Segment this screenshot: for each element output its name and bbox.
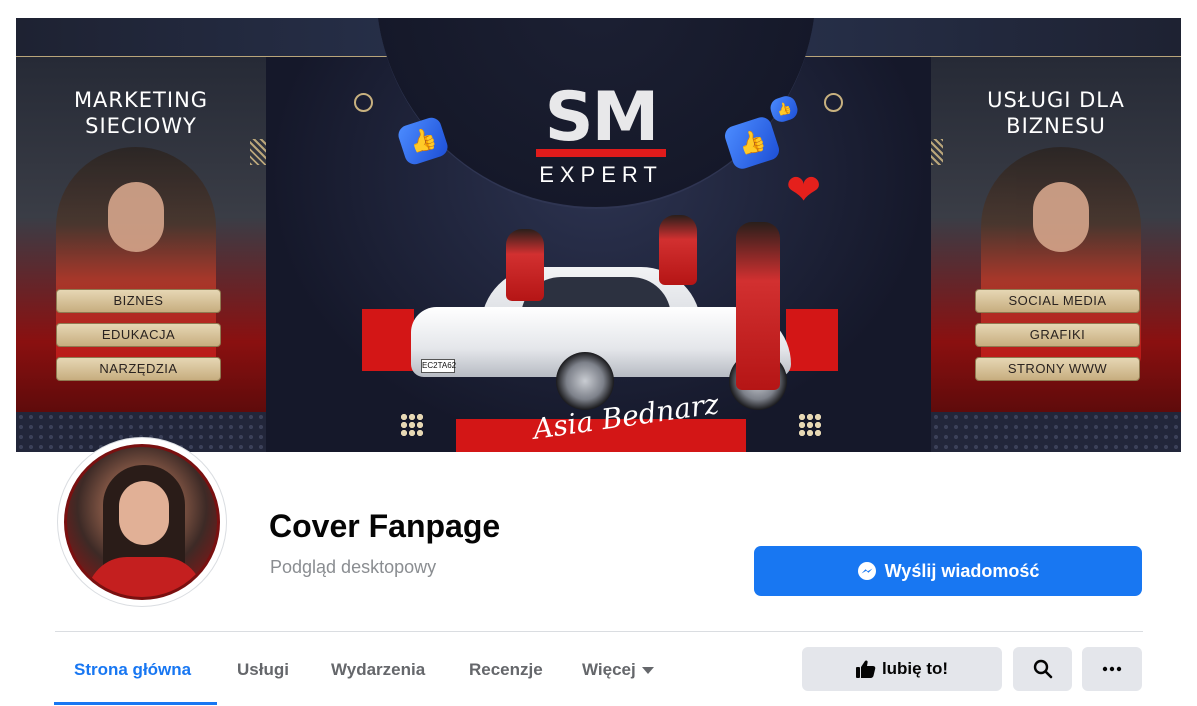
logo-sm-text: SM: [544, 78, 660, 157]
search-button[interactable]: [1013, 647, 1072, 691]
logo-red-bar: [536, 149, 666, 157]
right-title-line1: USŁUGI DLA: [987, 88, 1125, 112]
gold-dots-decor: [400, 413, 424, 437]
send-message-button[interactable]: Wyślij wiadomość: [754, 546, 1142, 596]
logo-expert-text: EXPERT: [539, 162, 663, 187]
cover-bottom-dots: [931, 412, 1181, 452]
send-message-label: Wyślij wiadomość: [884, 560, 1040, 581]
like-page-button[interactable]: lubię to!: [802, 647, 1002, 691]
tab-events[interactable]: Wydarzenia: [331, 648, 425, 692]
more-dots-icon: [1102, 666, 1122, 672]
license-plate: EC2TA62: [421, 359, 456, 373]
page-subtitle: Podgląd desktopowy: [270, 557, 437, 577]
thumbs-up-icon: [855, 660, 876, 678]
woman-figure: [506, 229, 544, 301]
left-title-line1: MARKETING: [73, 88, 209, 112]
cover-right-panel: USŁUGI DLA BIZNESU SOCIAL MEDIA GRAFIKI …: [917, 57, 1181, 415]
pill-strony-www: STRONY WWW: [975, 357, 1140, 381]
more-options-button[interactable]: [1082, 647, 1142, 691]
tab-more[interactable]: Więcej: [582, 648, 654, 692]
page-title: Cover Fanpage: [269, 508, 501, 544]
gold-dots-decor: [798, 413, 822, 437]
pill-edukacja: EDUKACJA: [56, 323, 221, 347]
caret-down-icon: [641, 667, 654, 675]
gold-ring-icon: [824, 93, 843, 112]
gold-ring-icon: [354, 93, 373, 112]
left-title-line2: SIECIOWY: [85, 114, 197, 138]
cover-photo[interactable]: MARKETING SIECIOWY BIZNES EDUKACJA NARZĘ…: [16, 18, 1181, 452]
woman-figure: [736, 222, 780, 390]
like-label: lubię to!: [881, 659, 949, 678]
cover-center-panel: SM EXPERT 👍 👍 👍 ❤ EC2TA62 Asia Bednarz: [266, 18, 931, 452]
right-title-line2: BIZNESU: [1006, 114, 1106, 138]
tab-services[interactable]: Usługi: [237, 648, 289, 692]
search-icon: [1033, 659, 1052, 679]
tab-reviews[interactable]: Recenzje: [469, 648, 543, 692]
tab-home[interactable]: Strona główna: [74, 648, 191, 692]
tab-more-label: Więcej: [582, 660, 636, 679]
messenger-icon: [857, 562, 876, 580]
active-tab-indicator: [54, 702, 217, 705]
header-divider: [55, 631, 1143, 632]
pill-biznes: BIZNES: [56, 289, 221, 313]
red-block-decor: [786, 309, 838, 371]
red-block-decor: [362, 309, 414, 371]
left-panel-title: MARKETING SIECIOWY: [16, 87, 266, 139]
pill-narzedzia: NARZĘDZIA: [56, 357, 221, 381]
pill-grafiki: GRAFIKI: [975, 323, 1140, 347]
profile-picture[interactable]: [58, 438, 226, 606]
avatar: [64, 444, 220, 600]
cover-left-panel: MARKETING SIECIOWY BIZNES EDUKACJA NARZĘ…: [16, 57, 276, 415]
woman-figure: [659, 215, 697, 285]
right-panel-title: USŁUGI DLA BIZNESU: [931, 87, 1181, 139]
heart-icon: ❤: [786, 166, 822, 213]
pill-social-media: SOCIAL MEDIA: [975, 289, 1140, 313]
